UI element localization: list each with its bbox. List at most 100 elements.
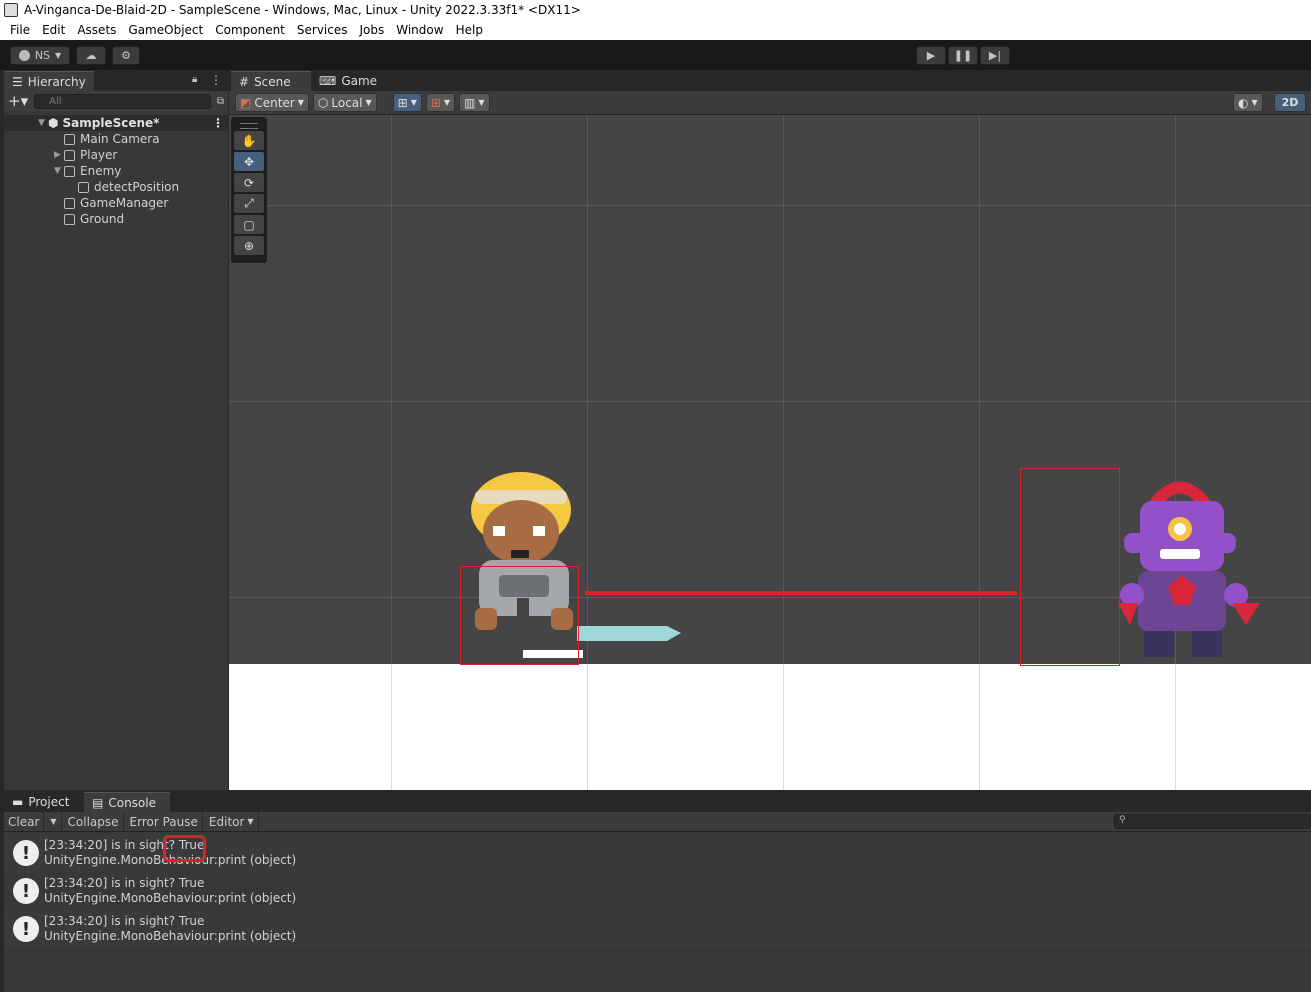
menu-jobs[interactable]: Jobs (360, 23, 385, 37)
chevron-down-icon: ▼ (478, 98, 485, 107)
rotate-tool[interactable]: ⟳ (234, 173, 264, 192)
add-icon[interactable]: +▾ (8, 92, 28, 110)
pause-button[interactable]: ❚❚ (948, 45, 978, 65)
warning-icon: ! (13, 840, 39, 866)
draw-mode-dropdown[interactable]: ◐ ▼ (1233, 93, 1263, 112)
scene-root[interactable]: ▼ ⬢ SampleScene* ⋮ (4, 115, 228, 131)
space-dropdown[interactable]: ⬡ Local ▼ (312, 93, 377, 112)
account-button[interactable]: NS ▼ (10, 45, 70, 65)
hierarchy-item-ground[interactable]: Ground (4, 211, 228, 227)
menu-help[interactable]: Help (456, 23, 483, 37)
scale-icon: ⤢ (244, 196, 254, 210)
scale-tool[interactable]: ⤢ (234, 194, 264, 213)
collapse-label: Collapse (67, 814, 119, 829)
hand-tool[interactable]: ✋ (234, 131, 264, 150)
hierarchy-item-enemy[interactable]: ▼ Enemy (4, 163, 228, 179)
collab-button[interactable]: ⚙ (112, 45, 140, 65)
gameobject-cube-icon (78, 181, 89, 193)
error-pause-button[interactable]: Error Pause (126, 812, 203, 831)
drag-handle[interactable] (240, 123, 258, 129)
hierarchy-item-detect-position[interactable]: detectPosition (4, 179, 228, 195)
move-icon: ✥ (243, 154, 255, 169)
hand-icon: ✋ (241, 133, 257, 148)
log-entry[interactable]: ! [23:34:20] is in sight? True UnityEngi… (4, 910, 1311, 948)
enemy-sprite[interactable] (1114, 475, 1264, 665)
collapse-button[interactable]: Collapse (64, 812, 124, 831)
more-icon[interactable]: ⋮ (210, 73, 222, 87)
toggle-2d-button[interactable]: 2D (1274, 93, 1306, 112)
unity-icon (4, 2, 18, 17)
menu-services[interactable]: Services (297, 23, 348, 37)
tab-scene[interactable]: # Scene (231, 71, 311, 91)
grid-snap-toggle[interactable]: ⊞ ▼ (392, 93, 422, 112)
expand-arrow-icon[interactable]: ▶ (54, 150, 64, 160)
pivot-label: Center (254, 95, 295, 110)
tab-game-label: Game (341, 74, 378, 88)
step-button[interactable]: ▶| (980, 45, 1010, 65)
warning-icon: ! (13, 878, 39, 904)
snap-grid-icon: ⊞ (430, 95, 441, 110)
hierarchy-item-game-manager[interactable]: GameManager (4, 195, 228, 211)
window-titlebar: A-Vinganca-De-Blaid-2D - SampleScene - W… (0, 0, 1311, 19)
pivot-dropdown[interactable]: ◩ Center ▼ (235, 93, 309, 112)
tab-console-label: Console (108, 795, 156, 810)
hierarchy-item-player[interactable]: ▶ Player (4, 147, 228, 163)
menu-gameobject[interactable]: GameObject (128, 23, 203, 37)
collapse-arrow-icon[interactable]: ▼ (54, 166, 64, 176)
transform-icon: ⊕ (243, 238, 255, 253)
increment-snap-dropdown[interactable]: ▥ ▼ (459, 93, 490, 112)
hierarchy-item-main-camera[interactable]: Main Camera (4, 131, 228, 147)
scene-panel: # Scene ⌨ Game ◩ Center ▼ ⬡ Local ▼ ⊞ ▼ … (229, 71, 1311, 790)
console-search-input[interactable]: ⚲ (1114, 814, 1311, 829)
transform-tool[interactable]: ⊕ (234, 236, 264, 255)
move-tool[interactable]: ✥ (234, 152, 264, 171)
menu-component[interactable]: Component (215, 23, 285, 37)
hierarchy-item-label: GameManager (80, 196, 169, 210)
gameobject-cube-icon (64, 165, 75, 177)
tab-project[interactable]: ▬ Project (4, 792, 84, 812)
play-button[interactable]: ▶ (916, 45, 946, 65)
more-icon[interactable]: ⋮ (212, 116, 224, 130)
scene-toolbar: ◩ Center ▼ ⬡ Local ▼ ⊞ ▼ ⊞ ▼ ▥ ▼ ◐ ▼ 2D (229, 91, 1311, 115)
toggle-2d-label: 2D (1281, 96, 1299, 109)
hierarchy-item-label: Player (80, 148, 118, 162)
enemy-detect-position-box (1020, 468, 1120, 666)
menu-window[interactable]: Window (396, 23, 443, 37)
expand-arrow-icon[interactable]: ▼ (38, 118, 48, 128)
hierarchy-search-row: +▾ All ⧉ (4, 91, 228, 111)
grid-snap-icon: ⊞ (397, 95, 408, 110)
unity-scene-icon: ⬢ (48, 116, 59, 130)
menu-assets[interactable]: Assets (77, 23, 116, 37)
menu-edit[interactable]: Edit (42, 23, 65, 37)
clear-button[interactable]: Clear (4, 812, 45, 831)
log-message: [23:34:20] is in sight? True (44, 914, 205, 928)
tab-game[interactable]: ⌨ Game (311, 71, 378, 91)
hierarchy-tabbar: ☰ Hierarchy 🔒︎ ⋮ (4, 71, 228, 91)
tab-hierarchy[interactable]: ☰ Hierarchy (4, 71, 94, 91)
grid-line (587, 664, 588, 790)
clear-options-dropdown[interactable]: ▼ (46, 812, 62, 831)
local-cube-icon: ⬡ (317, 95, 329, 110)
scene-view[interactable]: ✋ ✥ ⟳ ⤢ ▢ ⊕ (229, 115, 1311, 790)
editor-dropdown[interactable]: Editor ▼ (205, 812, 259, 831)
folder-icon: ▬ (12, 795, 24, 809)
search-filter-icon[interactable]: ⧉ (217, 96, 224, 107)
grid-line (229, 401, 1311, 402)
hierarchy-search-input[interactable]: All (34, 93, 211, 109)
chevron-down-icon: ▼ (365, 98, 372, 107)
rect-tool[interactable]: ▢ (234, 215, 264, 234)
menu-file[interactable]: File (10, 23, 30, 37)
lock-icon[interactable]: 🔒︎ (192, 74, 197, 85)
log-entry[interactable]: ! [23:34:20] is in sight? True UnityEngi… (4, 872, 1311, 910)
snap-increment-dropdown[interactable]: ⊞ ▼ (425, 93, 456, 112)
hierarchy-item-label: detectPosition (94, 180, 180, 194)
tab-console[interactable]: ▤ Console (84, 792, 170, 812)
cloud-button[interactable]: ☁ (76, 45, 106, 65)
sight-ray-line (585, 591, 1017, 595)
chevron-down-icon: ▼ (297, 98, 304, 107)
hierarchy-item-label: Ground (80, 212, 125, 226)
editor-label: Editor (208, 814, 245, 829)
gameobject-cube-icon (64, 149, 75, 161)
hierarchy-item-label: Main Camera (80, 132, 160, 146)
log-stacktrace: UnityEngine.MonoBehaviour:print (object) (44, 929, 297, 943)
